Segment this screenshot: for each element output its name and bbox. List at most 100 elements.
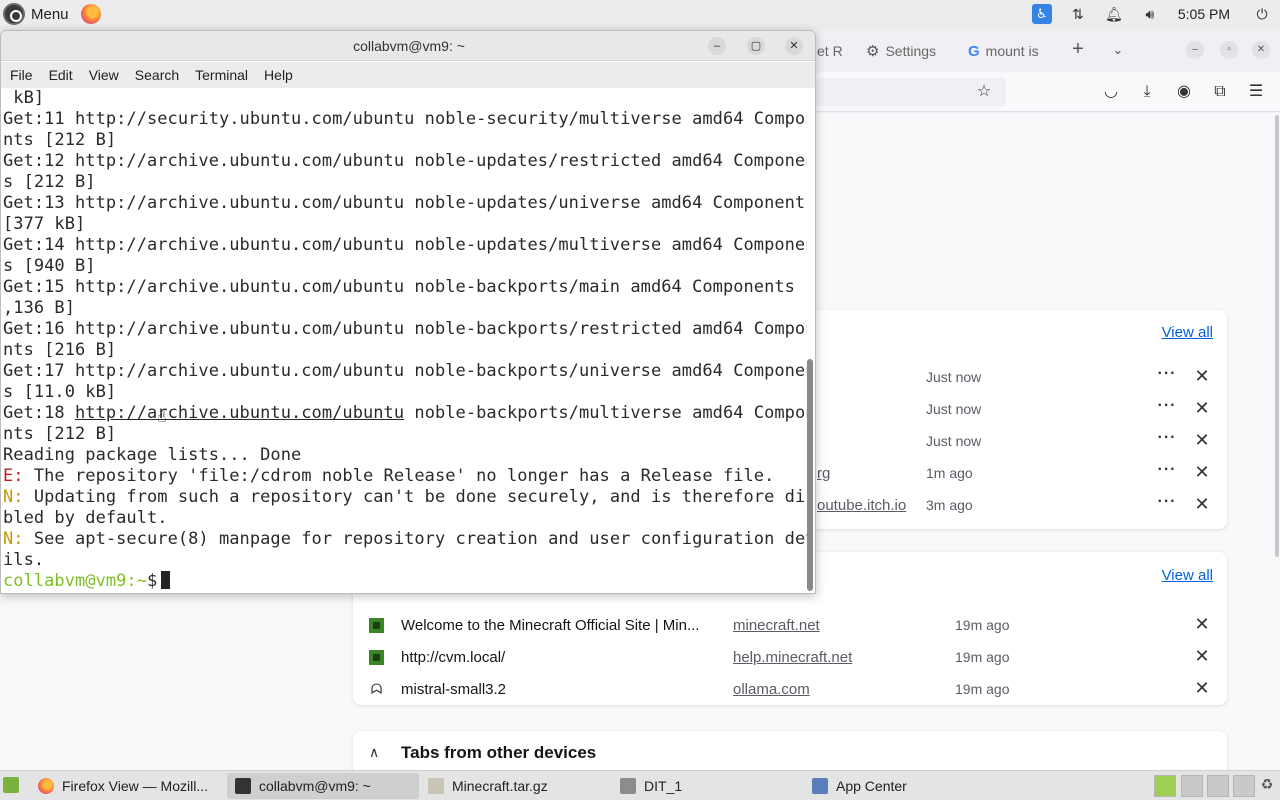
dismiss-icon[interactable]: ✕ — [1191, 398, 1213, 419]
section-title[interactable]: Tabs from other devices — [401, 743, 596, 763]
line-prefix: Get:18 — [3, 403, 75, 423]
gear-icon: ⚙ — [866, 43, 880, 60]
firefox-launcher-icon[interactable] — [80, 4, 101, 24]
menu-button[interactable]: Menu — [3, 0, 69, 28]
notification-bell-icon[interactable]: 🔔︎ — [1104, 4, 1124, 24]
pocket-icon[interactable]: ◡ — [1100, 81, 1122, 103]
firefox-icon — [38, 778, 54, 794]
terminal-line: nts [216 B] — [3, 340, 117, 360]
menu-file[interactable]: File — [2, 67, 41, 83]
page-scrollbar[interactable] — [1275, 115, 1279, 557]
terminal-line: Get:14 http://archive.ubuntu.com/ubuntu … — [3, 235, 807, 255]
mouse-pointer-icon: ☝ — [157, 409, 167, 426]
view-all-link[interactable]: View all — [1162, 567, 1213, 584]
item-site[interactable]: help.minecraft.net — [733, 649, 852, 666]
browser-tab-settings[interactable]: ⚙ Settings — [866, 38, 936, 64]
terminal-scrollbar[interactable] — [807, 359, 813, 591]
dismiss-icon[interactable]: ✕ — [1191, 678, 1213, 699]
show-desktop-icon[interactable] — [3, 777, 19, 793]
minecraft-icon — [369, 618, 384, 633]
dismiss-icon[interactable]: ✕ — [1191, 646, 1213, 667]
taskbar-item-terminal[interactable]: collabvm@vm9: ~ — [227, 773, 419, 799]
dismiss-icon[interactable]: ✕ — [1191, 614, 1213, 635]
prompt-path: :~ — [126, 571, 147, 591]
view-all-link[interactable]: View all — [1162, 324, 1213, 341]
download-icon[interactable]: ⤓ — [1136, 81, 1158, 103]
dismiss-icon[interactable]: ✕ — [1191, 430, 1213, 451]
tab-list-button[interactable]: ⌄ — [1108, 39, 1128, 63]
item-time: 1m ago — [926, 465, 973, 481]
close-button[interactable]: ✕ — [1252, 41, 1270, 59]
list-item[interactable]: ᗣ mistral-small3.2 ollama.com 19m ago ✕ — [353, 674, 1227, 706]
menu-help[interactable]: Help — [256, 67, 301, 83]
workspace-3[interactable] — [1207, 775, 1229, 797]
accessibility-icon[interactable]: ♿ — [1031, 4, 1052, 24]
ollama-icon: ᗣ — [370, 681, 383, 697]
terminal-prompt[interactable]: collabvm@vm9:~$ — [3, 571, 171, 592]
taskbar-label: App Center — [836, 778, 907, 794]
item-site[interactable]: ollama.com — [733, 681, 810, 698]
dismiss-icon[interactable]: ✕ — [1191, 462, 1213, 483]
item-title[interactable]: http://cvm.local/ — [401, 649, 721, 666]
account-icon[interactable]: ◉ — [1173, 81, 1195, 103]
trash-icon[interactable]: ♻ — [1258, 776, 1276, 796]
hamburger-menu-icon[interactable]: ☰ — [1245, 81, 1267, 103]
volume-icon[interactable]: 🔊︎ — [1140, 4, 1160, 24]
clock[interactable]: 5:05 PM — [1178, 6, 1230, 22]
taskbar-item-archive[interactable]: Minecraft.tar.gz — [420, 773, 610, 799]
taskbar-item-folder[interactable]: DIT_1 — [612, 773, 802, 799]
note-tag: N: — [3, 529, 24, 549]
terminal-line: nts [212 B] — [3, 424, 117, 444]
menu-terminal[interactable]: Terminal — [187, 67, 256, 83]
list-item[interactable]: http://cvm.local/ help.minecraft.net 19m… — [353, 642, 1227, 674]
item-title[interactable]: Welcome to the Minecraft Official Site |… — [401, 617, 721, 634]
browser-tab[interactable]: et R — [817, 38, 843, 64]
maximize-button[interactable]: ▫ — [1220, 41, 1238, 59]
maximize-button[interactable]: ▢ — [747, 37, 765, 55]
terminal-link[interactable]: http://archive.ubuntu.com/ubuntu — [75, 403, 404, 423]
workspace-1[interactable] — [1154, 775, 1176, 797]
tab-label: mount is — [985, 43, 1039, 59]
dismiss-icon[interactable]: ✕ — [1191, 366, 1213, 387]
window-title: collabvm@vm9: ~ — [353, 38, 465, 54]
terminal-output[interactable]: kB] Get:11 http://security.ubuntu.com/ub… — [1, 88, 807, 593]
taskbar-item-app-center[interactable]: App Center — [804, 773, 994, 799]
more-options-icon[interactable]: ··· — [1156, 365, 1178, 383]
list-item[interactable]: Welcome to the Minecraft Official Site |… — [353, 610, 1227, 642]
terminal-line: Get:11 http://security.ubuntu.com/ubuntu… — [3, 109, 807, 129]
more-options-icon[interactable]: ··· — [1156, 493, 1178, 511]
menu-edit[interactable]: Edit — [41, 67, 81, 83]
chevron-up-icon[interactable]: ∧ — [369, 744, 379, 761]
more-options-icon[interactable]: ··· — [1156, 429, 1178, 447]
network-icon[interactable]: ⇅ — [1068, 4, 1088, 24]
item-site[interactable]: outube.itch.io — [817, 497, 906, 514]
new-tab-button[interactable]: + — [1068, 38, 1088, 62]
close-button[interactable]: ✕ — [785, 37, 803, 55]
browser-tab-google[interactable]: G mount is — [968, 38, 1039, 64]
minimize-button[interactable]: – — [1186, 41, 1204, 59]
taskbar-item-firefox[interactable]: Firefox View — Mozill... — [30, 773, 224, 799]
power-icon[interactable]: ⏻ — [1252, 4, 1272, 24]
more-options-icon[interactable]: ··· — [1156, 397, 1178, 415]
workspace-2[interactable] — [1181, 775, 1203, 797]
extensions-icon[interactable]: ⧉ — [1209, 81, 1231, 103]
menu-search[interactable]: Search — [127, 67, 187, 83]
item-site[interactable]: rg — [817, 465, 830, 482]
terminal-line: Get:15 http://archive.ubuntu.com/ubuntu … — [3, 277, 807, 297]
item-time: Just now — [926, 401, 982, 417]
workspace-4[interactable] — [1233, 775, 1255, 797]
bookmark-star-icon[interactable]: ☆ — [973, 81, 995, 103]
terminal-line: ,136 B] — [3, 298, 75, 318]
minecraft-icon — [369, 650, 384, 665]
menu-view[interactable]: View — [81, 67, 127, 83]
tabs-from-other-devices-card: ∧ Tabs from other devices — [353, 731, 1227, 770]
terminal-note-line: N: See apt-secure(8) manpage for reposit… — [3, 529, 807, 550]
item-site[interactable]: minecraft.net — [733, 617, 820, 634]
terminal-menubar: File Edit View Search Terminal Help — [1, 62, 815, 88]
terminal-window: collabvm@vm9: ~ – ▢ ✕ File Edit View Sea… — [0, 30, 816, 594]
more-options-icon[interactable]: ··· — [1156, 461, 1178, 479]
item-title[interactable]: mistral-small3.2 — [401, 681, 721, 698]
dismiss-icon[interactable]: ✕ — [1191, 494, 1213, 515]
minimize-button[interactable]: – — [708, 37, 726, 55]
terminal-titlebar[interactable]: collabvm@vm9: ~ – ▢ ✕ — [1, 31, 815, 61]
